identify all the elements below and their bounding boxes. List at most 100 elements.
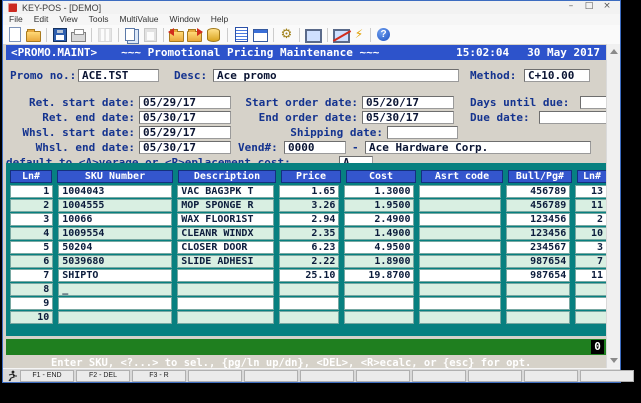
help-icon[interactable]: ? bbox=[377, 28, 390, 41]
cell-desc[interactable]: CLEANR WINDX bbox=[177, 227, 274, 240]
cell-ln[interactable]: 4 bbox=[10, 227, 53, 240]
cell-desc[interactable]: CLOSER DOOR bbox=[177, 241, 274, 254]
cell-price[interactable] bbox=[279, 311, 339, 324]
cell-cost[interactable]: 1.3000 bbox=[344, 185, 414, 198]
cell-cost[interactable]: 4.9500 bbox=[344, 241, 414, 254]
database-export-icon[interactable] bbox=[207, 28, 220, 42]
cell-desc[interactable]: WAX FLOOR1ST bbox=[177, 213, 274, 226]
menu-edit[interactable]: Edit bbox=[34, 14, 49, 25]
cell-ln[interactable]: 7 bbox=[10, 269, 53, 282]
cell-ln2[interactable] bbox=[575, 297, 607, 310]
cell-ln[interactable]: 8 bbox=[10, 283, 53, 296]
cell-bull[interactable]: 456789 bbox=[506, 199, 570, 212]
export-file-icon[interactable] bbox=[187, 31, 202, 42]
cell-asrt[interactable] bbox=[419, 255, 500, 268]
cell-sku[interactable] bbox=[58, 297, 172, 310]
cell-sku[interactable]: 50204 bbox=[58, 241, 172, 254]
fkey-button-3[interactable]: F3 - R bbox=[132, 370, 186, 382]
cell-sku[interactable]: 1004555 bbox=[58, 199, 172, 212]
cell-ln2[interactable] bbox=[575, 311, 607, 324]
cell-desc[interactable]: SLIDE ADHESI bbox=[177, 255, 274, 268]
cell-ln2[interactable]: 10 bbox=[575, 227, 607, 240]
cell-ln[interactable]: 1 bbox=[10, 185, 53, 198]
cell-bull[interactable]: 234567 bbox=[506, 241, 570, 254]
cell-bull[interactable] bbox=[506, 297, 570, 310]
vend-field[interactable]: 0000 bbox=[284, 141, 346, 154]
cell-asrt[interactable] bbox=[419, 199, 500, 212]
window-view-icon[interactable] bbox=[253, 29, 268, 42]
cell-sku[interactable] bbox=[58, 311, 172, 324]
shipping-date-field[interactable] bbox=[387, 126, 458, 139]
cell-bull[interactable] bbox=[506, 283, 570, 296]
cell-price[interactable]: 6.23 bbox=[279, 241, 339, 254]
cell-bull[interactable]: 987654 bbox=[506, 255, 570, 268]
cell-desc[interactable] bbox=[177, 283, 274, 296]
cell-cost[interactable]: 1.8900 bbox=[344, 255, 414, 268]
menu-window[interactable]: Window bbox=[170, 14, 200, 25]
cell-sku[interactable]: SHIPTO bbox=[58, 269, 172, 282]
whsl-start-field[interactable]: 05/29/17 bbox=[139, 126, 231, 139]
vertical-scrollbar[interactable] bbox=[606, 44, 620, 368]
fkey-button-1[interactable]: F1 - END bbox=[20, 370, 74, 382]
cell-asrt[interactable] bbox=[419, 269, 500, 282]
cell-sku[interactable]: 1009554 bbox=[58, 227, 172, 240]
new-document-icon[interactable] bbox=[9, 27, 21, 42]
cell-ln[interactable]: 10 bbox=[10, 311, 53, 324]
cell-asrt[interactable] bbox=[419, 311, 500, 324]
cell-ln[interactable]: 6 bbox=[10, 255, 53, 268]
cell-bull[interactable]: 123456 bbox=[506, 213, 570, 226]
cell-asrt[interactable] bbox=[419, 283, 500, 296]
method-field[interactable]: C+10.00 bbox=[524, 69, 590, 82]
remote-session-icon[interactable] bbox=[305, 29, 322, 43]
cell-asrt[interactable] bbox=[419, 297, 500, 310]
cell-sku[interactable]: 10066 bbox=[58, 213, 172, 226]
days-until-due-field[interactable] bbox=[580, 96, 608, 109]
fkey-button-2[interactable]: F2 - DEL bbox=[76, 370, 130, 382]
start-order-field[interactable]: 05/20/17 bbox=[362, 96, 454, 109]
cell-asrt[interactable] bbox=[419, 185, 500, 198]
cell-bull[interactable]: 987654 bbox=[506, 269, 570, 282]
whsl-end-field[interactable]: 05/30/17 bbox=[139, 141, 231, 154]
settings-icon[interactable]: ⚙ bbox=[279, 27, 294, 42]
cell-sku[interactable]: 1004043 bbox=[58, 185, 172, 198]
ret-start-field[interactable]: 05/29/17 bbox=[139, 96, 231, 109]
menu-multivalue[interactable]: MultiValue bbox=[119, 14, 158, 25]
cell-sku[interactable]: 5039680 bbox=[58, 255, 172, 268]
cell-cost[interactable] bbox=[344, 283, 414, 296]
cell-asrt[interactable] bbox=[419, 227, 500, 240]
cell-cost[interactable]: 1.9500 bbox=[344, 199, 414, 212]
cell-ln2[interactable] bbox=[575, 283, 607, 296]
cell-ln2[interactable]: 2 bbox=[575, 213, 607, 226]
cell-ln[interactable]: 2 bbox=[10, 199, 53, 212]
list-view-icon[interactable] bbox=[235, 27, 248, 42]
cell-price[interactable] bbox=[279, 297, 339, 310]
ret-end-field[interactable]: 05/30/17 bbox=[139, 111, 231, 124]
minimize-button[interactable]: – bbox=[562, 1, 580, 13]
cell-cost[interactable]: 2.4900 bbox=[344, 213, 414, 226]
cell-cost[interactable]: 19.8700 bbox=[344, 269, 414, 282]
menu-view[interactable]: View bbox=[59, 14, 77, 25]
vendor-name-field[interactable]: Ace Hardware Corp. bbox=[365, 141, 591, 154]
cell-desc[interactable]: VAC BAG3PK T bbox=[177, 185, 274, 198]
cell-desc[interactable] bbox=[177, 297, 274, 310]
due-date-field[interactable] bbox=[539, 111, 608, 124]
cell-asrt[interactable] bbox=[419, 241, 500, 254]
cell-ln[interactable]: 5 bbox=[10, 241, 53, 254]
cell-cost[interactable] bbox=[344, 311, 414, 324]
print-icon[interactable] bbox=[71, 32, 86, 42]
cell-cost[interactable] bbox=[344, 297, 414, 310]
cell-price[interactable]: 2.94 bbox=[279, 213, 339, 226]
cell-ln2[interactable]: 13 bbox=[575, 185, 607, 198]
cell-price[interactable]: 2.35 bbox=[279, 227, 339, 240]
cell-price[interactable]: 2.22 bbox=[279, 255, 339, 268]
desc-field[interactable]: Ace promo bbox=[213, 69, 459, 82]
cell-bull[interactable] bbox=[506, 311, 570, 324]
disconnect-session-icon[interactable] bbox=[333, 29, 350, 43]
copy-icon[interactable] bbox=[125, 28, 135, 41]
cell-desc[interactable] bbox=[177, 269, 274, 282]
cell-price[interactable]: 3.26 bbox=[279, 199, 339, 212]
scroll-down-icon[interactable] bbox=[610, 358, 618, 363]
cell-bull[interactable]: 123456 bbox=[506, 227, 570, 240]
open-file-icon[interactable] bbox=[26, 31, 41, 42]
cell-ln[interactable]: 9 bbox=[10, 297, 53, 310]
